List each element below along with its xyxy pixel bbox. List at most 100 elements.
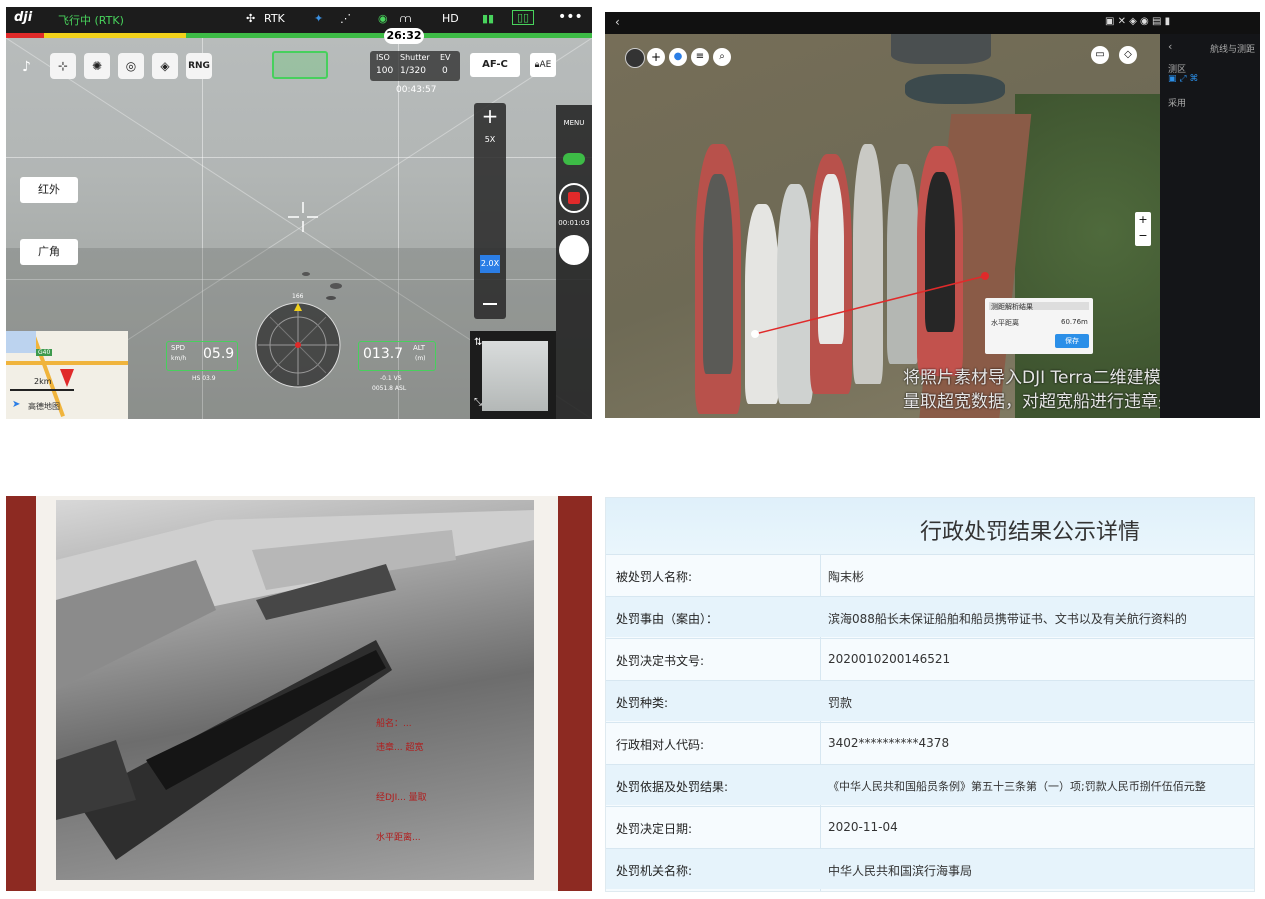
rtk-label: RTK xyxy=(264,12,285,25)
row-label: 处罚决定日期: xyxy=(616,822,693,836)
pin-icon[interactable]: ● xyxy=(669,48,687,66)
battery-icon: ▮▮ xyxy=(482,12,495,25)
gimbal-button[interactable]: ⊹ xyxy=(50,53,76,79)
alt-value: 013.7 xyxy=(363,346,404,362)
zoom-indicator xyxy=(272,51,328,79)
panel-back-icon[interactable]: ‹ xyxy=(1168,40,1172,53)
af-mode-button[interactable]: AF-C xyxy=(470,53,520,77)
diamond-icon: ◈ xyxy=(160,59,170,73)
speed-box: SPD km/h 05.9 xyxy=(166,341,238,371)
terra-side-panel: ‹ 航线与测距 测区 ▣ ⤢ ⌘ 采用 xyxy=(1160,34,1260,418)
zoom-slider[interactable]: + 5X 2.0X xyxy=(474,103,506,319)
spd-value: 05.9 xyxy=(203,346,235,362)
target-button[interactable]: ◎ xyxy=(118,53,144,79)
row-value: 陶末彬 xyxy=(828,570,865,584)
altitude-box: 013.7 ALT (m) xyxy=(358,341,436,371)
row-label: 行政相对人代码: xyxy=(616,738,705,752)
row-label: 被处罚人名称: xyxy=(616,570,693,584)
red-note: 船名：... xyxy=(376,719,412,729)
row-label: 处罚依据及处罚结果: xyxy=(616,780,729,794)
dialog-value: 60.76m xyxy=(1061,318,1088,326)
row-label: 处罚事由（案由）： xyxy=(616,612,719,626)
record-button[interactable] xyxy=(559,183,589,213)
trash-icon[interactable]: ▭ xyxy=(1091,46,1109,64)
terra-toolbar: + ● ≡ ⌕ xyxy=(625,48,735,70)
spd-unit: km/h xyxy=(171,355,187,362)
flight-status[interactable]: 飞行中 (RTK) xyxy=(58,12,124,28)
aircraft-icon xyxy=(60,369,74,387)
shutter-button[interactable] xyxy=(559,235,589,265)
rng-button[interactable]: RNG xyxy=(186,53,212,79)
shutter-value: 1/320 xyxy=(400,66,426,76)
alt-unit: (m) xyxy=(415,355,426,362)
panel-sub: 采用 xyxy=(1168,99,1187,109)
map-provider: 高德地图 xyxy=(28,402,60,411)
notice-title: 行政处罚结果公示详情 xyxy=(920,520,1141,545)
table-row: 处罚种类: 罚款 xyxy=(606,680,1254,721)
ev-label: EV xyxy=(440,53,451,62)
hs-text: HS 03.9 xyxy=(192,375,216,382)
row-value: 2020-11-04 xyxy=(828,820,898,834)
measure-icon[interactable]: ≡ xyxy=(691,48,709,66)
zoom-control[interactable]: + − xyxy=(1135,212,1151,246)
ir-button[interactable]: 红外 xyxy=(20,177,78,203)
table-row: 处罚机关名称: 中华人民共和国滨行海事局 xyxy=(606,848,1254,889)
zoom-out-icon[interactable] xyxy=(483,303,497,305)
pip-view[interactable]: ⇅ ⤡ xyxy=(470,331,556,419)
map-scale: 2km xyxy=(34,377,52,386)
map-nav-icon[interactable]: ➤ xyxy=(12,399,20,410)
ship-photo: 船名：... 违章... 超宽 经DJI... 量取 水平距离... xyxy=(56,500,534,880)
dialog-title: 测距解析结果 xyxy=(991,303,1033,311)
mode-toggle[interactable] xyxy=(563,153,585,165)
elapsed-time: 00:01:03 xyxy=(558,219,590,227)
wide-button[interactable]: 广角 xyxy=(20,239,78,265)
shutter-label: Shutter xyxy=(400,53,430,62)
focus-button[interactable]: ◈ xyxy=(152,53,178,79)
add-icon[interactable]: + xyxy=(647,48,665,66)
table-row: 行政相对人代码: 3402**********4378 xyxy=(606,722,1254,763)
terra-top-bar: ‹ ▣ ✕ ◈ ◉ ▤ ▮ xyxy=(605,12,1260,34)
rec-time: 00:43:57 xyxy=(396,85,437,95)
mini-map[interactable]: G40 2km ➤ 高德地图 xyxy=(6,331,128,419)
row-label: 处罚机关名称: xyxy=(616,864,693,878)
zoom-in-icon[interactable]: + xyxy=(474,103,506,129)
menu-label[interactable]: MENU xyxy=(556,119,592,127)
table-row: 被处罚人名称: 陶末彬 xyxy=(606,554,1254,595)
more-menu-button[interactable]: ••• xyxy=(558,9,583,25)
expand-icon[interactable]: ⤡ xyxy=(474,397,482,408)
measure-dialog[interactable]: 测距解析结果 水平距离 60.76m 保存 xyxy=(985,298,1093,354)
back-icon[interactable]: ‹ xyxy=(615,15,620,29)
hd-label: HD xyxy=(442,12,459,25)
row-value: 中华人民共和国滨行海事局 xyxy=(828,864,973,878)
row-label: 处罚种类: xyxy=(616,696,669,710)
zoom-current: 2.0X xyxy=(480,255,500,273)
compass: 166 xyxy=(252,293,344,389)
red-note: 违章... 超宽 xyxy=(376,743,424,753)
light-button[interactable]: ✺ xyxy=(84,53,110,79)
terra-map[interactable]: + ● ≡ ⌕ ▭ ◇ + − 测距解析结果 水平距离 60.76m 保存 将照片… xyxy=(605,34,1192,418)
layer-icon[interactable] xyxy=(625,48,645,68)
battery-box-icon: ▯▯ xyxy=(512,10,535,25)
dialog-label: 水平距离 xyxy=(991,319,1019,327)
compass-icon[interactable]: ◇ xyxy=(1119,46,1137,64)
alt-label: ALT xyxy=(413,344,426,352)
dialog-save-button[interactable]: 保存 xyxy=(1055,334,1089,348)
caption-line-1: 将照片素材导入DJI Terra二维建模 xyxy=(903,368,1161,388)
target-icon: ◎ xyxy=(125,59,137,73)
caption-line-2: 量取超宽数据，对超宽船进行违章处罚 xyxy=(903,392,1192,412)
pilot-top-bar: dji 飞行中 (RTK) ✣ RTK ✦ ⋰ ◉ ⩋ HD ▮▮ ▯▯ ••• xyxy=(6,7,592,33)
search-icon[interactable]: ⌕ xyxy=(713,48,731,66)
asl-text: 0051.8 ASL xyxy=(372,385,407,392)
drone-icon: ✣ xyxy=(246,12,256,25)
ae-lock-button[interactable]: 🔒︎AE xyxy=(530,53,556,77)
printed-photo-panel: 船名：... 违章... 超宽 经DJI... 量取 水平距离... xyxy=(6,496,592,891)
bell-icon[interactable]: ♪ xyxy=(22,59,31,75)
camera-params[interactable]: ISO 100 Shutter 1/320 EV 0 xyxy=(370,51,460,81)
panel-tool-icons[interactable]: ▣ ⤢ ⌘ xyxy=(1168,74,1198,84)
table-row: 处罚决定日期: 2020-11-04 xyxy=(606,806,1254,847)
dji-logo: dji xyxy=(14,10,33,25)
swap-view-icon[interactable]: ⇅ xyxy=(474,337,482,348)
obstacle-icon[interactable]: ◉ xyxy=(378,12,388,25)
video-caption: 将照片素材导入DJI Terra二维建模 量取超宽数据，对超宽船进行违章处罚 xyxy=(903,366,1192,414)
row-value: 3402**********4378 xyxy=(828,736,950,750)
